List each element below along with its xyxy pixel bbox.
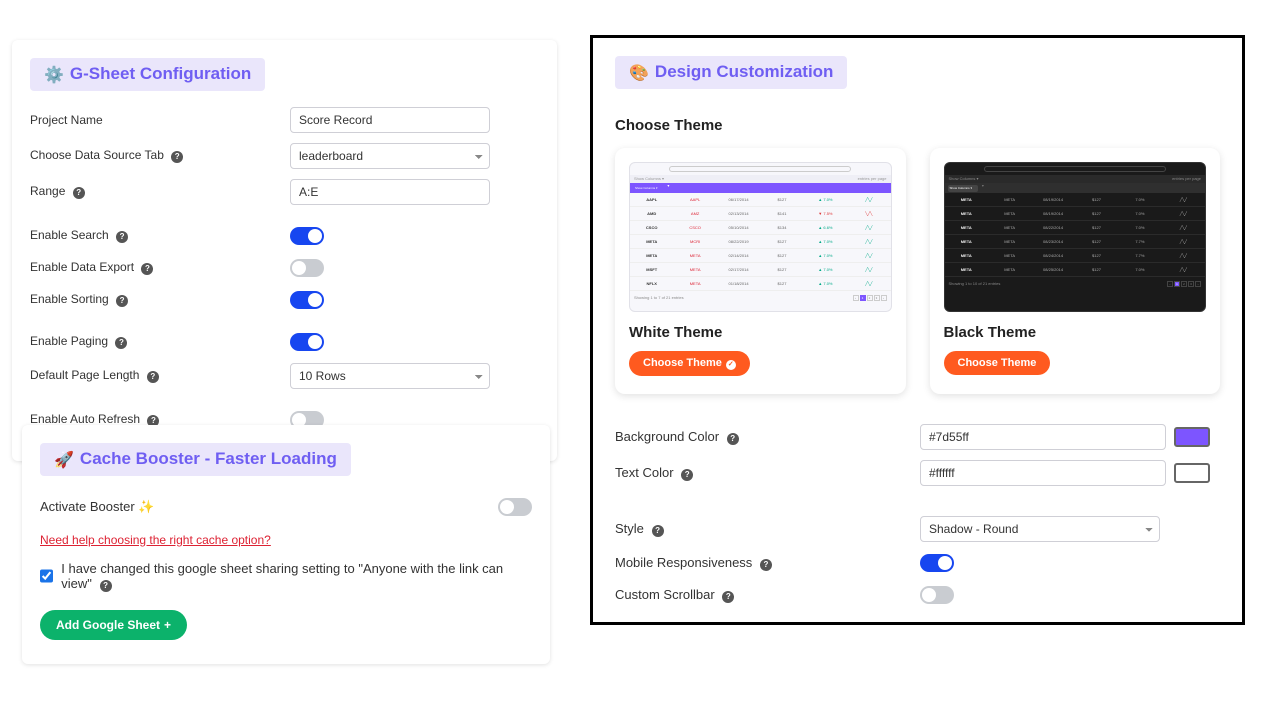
cache-title: 🚀Cache Booster - Faster Loading xyxy=(40,443,351,476)
check-icon: ✓ xyxy=(726,360,736,370)
custom-scrollbar-label: Custom Scrollbar ? xyxy=(615,587,920,603)
white-theme-card: Show Columns ▾entries per page Show Colu… xyxy=(615,148,906,394)
help-icon[interactable]: ? xyxy=(116,295,128,307)
help-icon[interactable]: ? xyxy=(73,187,85,199)
enable-search-toggle[interactable] xyxy=(290,227,324,245)
help-icon[interactable]: ? xyxy=(760,559,772,571)
mobile-responsiveness-label: Mobile Responsiveness ? xyxy=(615,555,920,571)
gear-icon: ⚙️ xyxy=(44,67,64,84)
help-icon[interactable]: ? xyxy=(115,337,127,349)
help-icon[interactable]: ? xyxy=(171,151,183,163)
help-icon[interactable]: ? xyxy=(681,469,693,481)
help-icon[interactable]: ? xyxy=(141,263,153,275)
gsheet-config-panel: ⚙️G-Sheet Configuration Project Name Cho… xyxy=(12,40,557,461)
add-google-sheet-button[interactable]: Add Google Sheet+ xyxy=(40,610,187,640)
text-color-label: Text Color ? xyxy=(615,465,920,481)
bg-color-label: Background Color ? xyxy=(615,429,920,445)
bg-color-swatch[interactable] xyxy=(1174,427,1210,447)
white-theme-title: White Theme xyxy=(629,324,892,341)
help-icon[interactable]: ? xyxy=(100,580,112,592)
sharing-confirm-label: I have changed this google sheet sharing… xyxy=(61,561,532,592)
design-customization-panel: 🎨Design Customization Choose Theme Show … xyxy=(590,35,1245,625)
help-icon[interactable]: ? xyxy=(147,371,159,383)
range-input[interactable] xyxy=(290,179,490,205)
white-theme-preview: Show Columns ▾entries per page Show Colu… xyxy=(629,162,892,312)
activate-booster-toggle[interactable] xyxy=(498,498,532,516)
range-label: Range ? xyxy=(30,184,290,199)
gsheet-title: ⚙️G-Sheet Configuration xyxy=(30,58,265,91)
enable-export-label: Enable Data Export ? xyxy=(30,260,290,275)
text-color-swatch[interactable] xyxy=(1174,463,1210,483)
plus-icon: + xyxy=(164,618,171,632)
choose-black-theme-button[interactable]: Choose Theme xyxy=(944,351,1051,375)
choose-theme-label: Choose Theme xyxy=(615,117,1220,134)
choose-white-theme-button[interactable]: Choose Theme✓ xyxy=(629,351,750,376)
custom-scrollbar-toggle[interactable] xyxy=(920,586,954,604)
cache-booster-panel: 🚀Cache Booster - Faster Loading Activate… xyxy=(22,425,550,664)
black-theme-title: Black Theme xyxy=(944,324,1207,341)
help-icon[interactable]: ? xyxy=(722,591,734,603)
data-source-tab-label: Choose Data Source Tab ? xyxy=(30,148,290,163)
palette-icon: 🎨 xyxy=(629,65,649,82)
help-icon[interactable]: ? xyxy=(652,525,664,537)
black-theme-preview: Show Columns ▾entries per page Show Colu… xyxy=(944,162,1207,312)
sharing-confirm-checkbox[interactable] xyxy=(40,569,53,583)
mobile-responsiveness-toggle[interactable] xyxy=(920,554,954,572)
page-length-label: Default Page Length ? xyxy=(30,368,290,383)
cache-help-link[interactable]: Need help choosing the right cache optio… xyxy=(40,533,271,547)
enable-paging-label: Enable Paging ? xyxy=(30,334,290,349)
page-length-select[interactable]: 10 Rows xyxy=(290,363,490,389)
data-source-tab-select[interactable]: leaderboard xyxy=(290,143,490,169)
style-label: Style ? xyxy=(615,521,920,537)
help-icon[interactable]: ? xyxy=(116,231,128,243)
project-name-label: Project Name xyxy=(30,113,290,127)
rocket-icon: 🚀 xyxy=(54,452,74,469)
enable-export-toggle[interactable] xyxy=(290,259,324,277)
project-name-input[interactable] xyxy=(290,107,490,133)
help-icon[interactable]: ? xyxy=(727,433,739,445)
bg-color-input[interactable] xyxy=(920,424,1166,450)
activate-booster-label: Activate Booster ✨ xyxy=(40,499,154,515)
enable-search-label: Enable Search ? xyxy=(30,228,290,243)
black-theme-card: Show Columns ▾entries per page Show Colu… xyxy=(930,148,1221,394)
design-title: 🎨Design Customization xyxy=(615,56,847,89)
enable-sorting-label: Enable Sorting ? xyxy=(30,292,290,307)
enable-sorting-toggle[interactable] xyxy=(290,291,324,309)
text-color-input[interactable] xyxy=(920,460,1166,486)
enable-paging-toggle[interactable] xyxy=(290,333,324,351)
style-select[interactable]: Shadow - Round xyxy=(920,516,1160,542)
